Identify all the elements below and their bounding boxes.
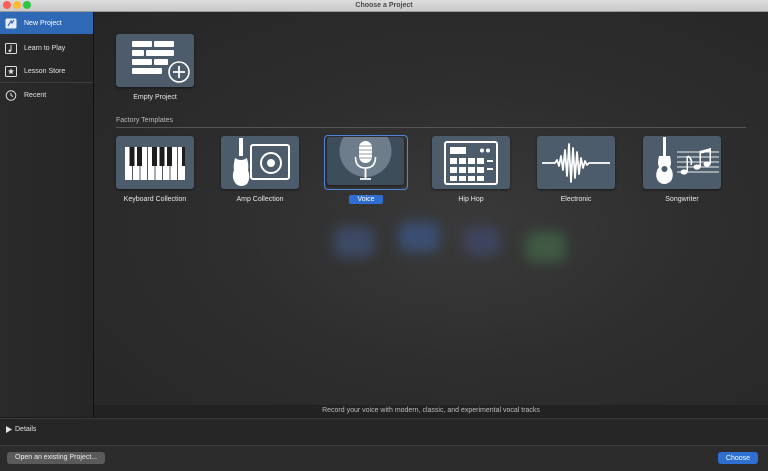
sidebar-item-recent[interactable]: Recent (0, 84, 93, 106)
sidebar-item-label: New Project (24, 19, 62, 27)
guitar-amp-icon (232, 138, 290, 186)
window-title: Choose a Project (355, 2, 413, 9)
template-tile-amp-collection[interactable] (221, 136, 299, 189)
open-existing-project-button[interactable]: Open an existing Project... (7, 452, 106, 464)
empty-project-grid-plus-icon (132, 41, 190, 83)
template-label: Hip Hop (458, 196, 484, 203)
details-label: Details (15, 426, 37, 433)
template-gallery (94, 12, 768, 405)
background-blur (464, 227, 500, 255)
background-blur (526, 232, 566, 262)
sidebar-item-learn-to-play[interactable]: Learn to Play (0, 37, 93, 59)
section-title: Factory Templates (116, 117, 174, 124)
choose-button[interactable]: Choose (718, 452, 758, 464)
template-tile-electronic[interactable] (537, 136, 615, 189)
learn-to-play-icon (5, 42, 17, 54)
template-tile-hip-hop[interactable] (432, 136, 510, 189)
disclosure-triangle-icon (6, 426, 12, 433)
empty-project-label: Empty Project (133, 94, 177, 101)
sidebar: New Project Learn to Play Lesson Store R… (0, 12, 94, 417)
template-label-selected: Voice (306, 195, 426, 204)
bottom-bar: Open an existing Project... Choose (0, 445, 768, 471)
acoustic-guitar-notes-icon (656, 137, 719, 184)
background-blur (334, 227, 374, 257)
template-tile-keyboard-collection[interactable] (116, 136, 194, 189)
new-project-icon (5, 18, 17, 29)
drum-machine-icon (444, 141, 498, 185)
microphone-icon (339, 137, 392, 180)
template-tile-songwriter[interactable] (643, 136, 721, 189)
template-label: Amp Collection (236, 196, 284, 203)
template-label: Keyboard Collection (123, 196, 187, 203)
template-tile-voice[interactable] (327, 137, 404, 185)
template-label: Electronic (560, 196, 592, 203)
sidebar-item-lesson-store[interactable]: Lesson Store (0, 60, 93, 82)
window-titlebar: Choose a Project (0, 0, 768, 12)
details-toggle[interactable]: Details (6, 426, 36, 433)
piano-keys-icon (125, 147, 185, 180)
sidebar-item-label: Learn to Play (24, 44, 66, 52)
background-blur (399, 222, 439, 252)
sidebar-item-label: Recent (24, 91, 47, 99)
waveform-icon (542, 143, 610, 183)
empty-project-tile[interactable] (116, 34, 194, 87)
section-divider (116, 127, 746, 128)
template-description: Record your voice with modern, classic, … (94, 405, 768, 417)
sidebar-item-new-project[interactable]: New Project (0, 12, 93, 34)
template-label: Songwriter (665, 196, 699, 203)
sidebar-divider (0, 82, 93, 83)
lesson-store-icon (5, 65, 17, 77)
clock-icon (5, 89, 17, 101)
sidebar-item-label: Lesson Store (24, 67, 66, 75)
details-row: Details (0, 418, 768, 446)
template-label: Voice (349, 195, 383, 204)
